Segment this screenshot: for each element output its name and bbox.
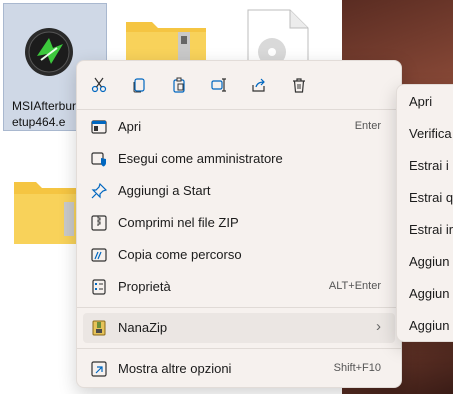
cut-button[interactable] <box>85 71 113 99</box>
share-icon <box>252 78 265 92</box>
menu-item-label: Copia come percorso <box>118 247 242 262</box>
folder-icon[interactable] <box>12 178 78 251</box>
rename-button[interactable] <box>205 71 233 99</box>
menu-item-label: Proprietà <box>118 279 171 294</box>
menu-item-shortcut: ALT+Enter <box>328 280 381 292</box>
submenu-item[interactable]: Apri <box>409 94 432 109</box>
zip-icon <box>91 215 107 231</box>
menu-item-properties[interactable]: Proprietà ALT+Enter <box>83 272 395 302</box>
delete-icon <box>293 78 305 93</box>
menu-item-open[interactable]: Apri Enter <box>83 112 395 142</box>
submenu-item[interactable]: Aggiun <box>409 286 449 301</box>
open-icon <box>91 120 107 134</box>
menu-separator <box>77 307 401 308</box>
rename-icon <box>211 78 226 92</box>
menu-item-copy-as-path[interactable]: Copia come percorso <box>83 240 395 270</box>
more-options-icon <box>91 361 107 377</box>
copy-icon <box>133 78 145 93</box>
delete-button[interactable] <box>285 71 313 99</box>
pin-icon <box>91 183 107 199</box>
submenu-item[interactable]: Aggiun <box>409 254 449 269</box>
menu-separator <box>77 348 401 349</box>
quick-actions-toolbar <box>77 71 401 99</box>
submenu-item[interactable]: Estrai i <box>409 158 449 173</box>
properties-icon <box>92 279 106 295</box>
nanazip-submenu: Apri Verifica Estrai i Estrai q Estrai i… <box>396 84 453 342</box>
menu-item-label: NanaZip <box>118 320 168 335</box>
menu-item-shortcut: Shift+F10 <box>333 362 381 374</box>
copy-path-icon <box>91 248 107 262</box>
menu-item-more-options[interactable]: Mostra altre opzioni Shift+F10 <box>83 354 395 384</box>
shield-icon <box>91 152 106 167</box>
menu-item-label: Apri <box>118 119 142 134</box>
menu-item-pin-to-start[interactable]: Aggiungi a Start <box>83 176 395 206</box>
menu-item-label: Esegui come amministratore <box>118 151 283 166</box>
menu-item-label: Comprimi nel file ZIP <box>118 215 239 230</box>
submenu-item[interactable]: Estrai ir <box>409 222 453 237</box>
menu-item-shortcut: Enter <box>354 120 381 132</box>
menu-item-nanazip[interactable]: NanaZip › <box>83 313 395 343</box>
context-menu: Apri Enter Esegui come amministratore Ag… <box>76 60 402 388</box>
copy-button[interactable] <box>125 71 153 99</box>
paste-icon <box>173 77 185 93</box>
toolbar-separator <box>77 109 401 110</box>
submenu-item[interactable]: Verifica <box>409 126 452 141</box>
menu-item-compress-zip[interactable]: Comprimi nel file ZIP <box>83 208 395 238</box>
submenu-item[interactable]: Estrai q <box>409 190 453 205</box>
chevron-right-icon: › <box>376 318 381 335</box>
submenu-item[interactable]: Aggiun <box>409 318 449 333</box>
paste-button[interactable] <box>165 71 193 99</box>
menu-item-label: Aggiungi a Start <box>118 183 211 198</box>
menu-item-run-as-admin[interactable]: Esegui come amministratore <box>83 144 395 174</box>
menu-item-label: Mostra altre opzioni <box>118 361 232 376</box>
nanazip-icon <box>92 320 106 336</box>
msi-afterburner-icon[interactable] <box>23 26 75 78</box>
share-button[interactable] <box>245 71 273 99</box>
cut-icon <box>91 77 107 93</box>
